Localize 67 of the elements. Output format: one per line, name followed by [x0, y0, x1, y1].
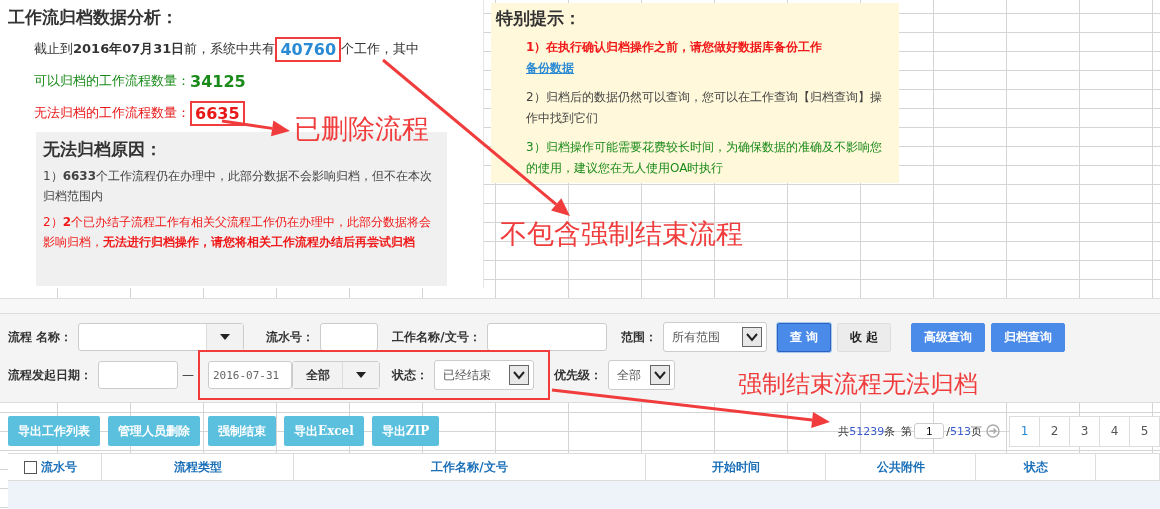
page-link[interactable]: 2	[1039, 415, 1070, 447]
page-link[interactable]: 1	[1009, 415, 1040, 447]
tips-title: 特别提示：	[496, 7, 582, 29]
field-label: 流程发起日期：	[8, 366, 92, 384]
stat-label: 无法归档的工作流程数量：	[34, 104, 190, 122]
combo-box[interactable]: 全部	[292, 361, 380, 389]
total-count: 40760	[275, 36, 342, 62]
tip-text: 2）归档后的数据仍然可以查询，您可以在工作查询【归档查询】操作中找到它们	[526, 89, 883, 127]
select-field[interactable]: 已经结束	[434, 360, 534, 390]
page-link[interactable]: 5	[1129, 415, 1160, 447]
backup-link[interactable]: 备份数据	[526, 58, 574, 79]
summary-text: 个工作，其中	[341, 40, 420, 58]
column-header: 流水号	[41, 458, 77, 476]
go-arrow-icon[interactable]	[986, 424, 1000, 438]
select-field[interactable]: 全部	[608, 360, 675, 390]
reasons-title: 无法归档原因：	[43, 138, 163, 160]
summary-text: 截止到2016年07月31日前，系统中共有	[34, 40, 276, 58]
stat-label: 可以归档的工作流程数量：	[34, 72, 190, 90]
field-label: 工作名称/文号：	[392, 328, 481, 346]
tip-text: 1）在执行确认归档操作之前，请您做好数据库备份工作 备份数据	[526, 37, 893, 79]
caret-icon	[356, 372, 366, 378]
select-field[interactable]: 所有范围	[662, 322, 767, 352]
field-label: 状态：	[392, 366, 428, 384]
search-button[interactable]: 收 起	[836, 322, 891, 352]
chevron-down-icon	[650, 365, 670, 385]
column-header: 开始时间	[711, 458, 760, 476]
arrow	[221, 119, 290, 137]
annotation-text: 不包含强制结束流程	[500, 220, 743, 247]
chevron-down-icon	[741, 327, 762, 347]
pager-text: 共	[838, 423, 850, 439]
input-field[interactable]	[486, 323, 607, 351]
search-button[interactable]: 查 询	[776, 322, 831, 352]
tip-text: 3）归档操作可能需要花费较长时间，为确保数据的准确及不影响您的使用，建议您在无人使用OA时执行	[526, 139, 883, 177]
pager-text: 页	[971, 423, 982, 439]
column-header: 状态	[1023, 458, 1048, 476]
field-label: 范围：	[620, 328, 657, 346]
page-input[interactable]: 1	[914, 423, 945, 439]
annotation-text: 强制结束流程无法归档	[738, 372, 978, 396]
section-title: 工作流归档数据分析：	[8, 6, 179, 28]
chevron-down-icon	[509, 365, 529, 385]
field-label: 流水号：	[266, 328, 315, 346]
page-link[interactable]: 3	[1069, 415, 1100, 447]
field-label: 流程 名称：	[8, 328, 73, 346]
field-label: 优先级：	[554, 366, 602, 384]
page-count: 513	[950, 424, 971, 438]
page-link[interactable]: 4	[1099, 415, 1130, 447]
column-header: 公共附件	[876, 458, 925, 476]
input-field[interactable]: 2016-07-31	[208, 361, 292, 389]
stat-value: 6635	[190, 100, 245, 126]
reason-text: 2）2个已办结子流程工作有相关父流程工作仍在办理中，此部分数据将会影响归档，无法进行归档操作，请您将相关工作流程办结后再尝试归档	[43, 214, 432, 251]
pager-text: 条	[884, 423, 896, 439]
caret-icon	[220, 334, 231, 340]
search-button[interactable]: 归档查询	[990, 322, 1065, 352]
total-count: 51239	[849, 424, 885, 438]
reason-text: 1）6633个工作流程仍在办理中，此部分数据不会影响归档，但不在本次归档范围内	[43, 168, 434, 205]
annotation-text: 已删除流程	[294, 115, 429, 142]
stat-value: 34125	[190, 71, 246, 91]
pager-text: /	[946, 424, 950, 438]
column-header: 流程类型	[173, 458, 222, 476]
range-separator: —	[182, 368, 194, 382]
pager-text: 第	[901, 423, 913, 439]
input-field[interactable]	[98, 361, 178, 389]
search-button[interactable]: 高级查询	[910, 322, 985, 352]
input-field[interactable]	[320, 323, 379, 351]
column-header: 工作名称/文号	[431, 458, 508, 476]
combo-box[interactable]	[78, 323, 245, 351]
checkbox[interactable]	[24, 460, 37, 474]
